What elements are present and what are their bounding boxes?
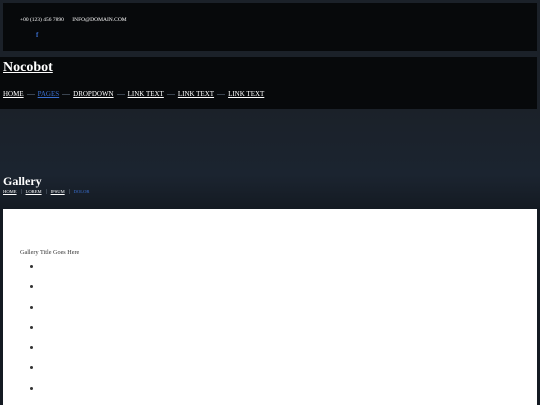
breadcrumb-separator [45,189,47,194]
bullet-icon [30,346,33,350]
navbar: Nocobot HOME PAGES DROPDOWN LINK TEXT LI… [0,57,537,109]
breadcrumb-separator [20,189,22,194]
menu-item-link-2[interactable]: LINK TEXT [178,90,214,98]
facebook-icon[interactable]: f [36,31,38,39]
bullet-icon [30,285,33,289]
bullet-icon [30,305,33,309]
menu-separator [166,93,175,95]
breadcrumb-separator [68,189,70,194]
menu-separator [26,93,35,95]
main-menu: HOME PAGES DROPDOWN LINK TEXT LINK TEXT … [3,90,264,98]
contact-info: +00 (123) 456 7890 INFO@DOMAIN.COM [20,17,134,23]
breadcrumb-lorem[interactable]: LOREM [26,189,42,194]
main-content: Gallery Title Goes Here [3,209,537,405]
email-address: INFO@DOMAIN.COM [72,17,127,23]
menu-item-link-1[interactable]: LINK TEXT [128,90,164,98]
brand-logo[interactable]: Nocobot [3,60,53,76]
bullet-icon [30,366,33,370]
breadcrumb-ipsum[interactable]: IPSUM [51,189,65,194]
menu-item-home[interactable]: HOME [3,90,24,98]
menu-separator [62,93,71,95]
page: +00 (123) 456 7890 INFO@DOMAIN.COM f Noc… [0,0,540,405]
breadcrumb: HOME LOREM IPSUM DOLOR [3,189,89,194]
top-bar: +00 (123) 456 7890 INFO@DOMAIN.COM f [3,3,537,51]
menu-separator [217,93,226,95]
menu-item-pages[interactable]: PAGES [38,90,60,98]
menu-item-dropdown[interactable]: DROPDOWN [73,90,113,98]
gallery-title: Gallery Title Goes Here [20,249,80,256]
phone-number: +00 (123) 456 7890 [20,17,64,23]
menu-separator [116,93,125,95]
bullet-icon [30,386,33,390]
page-title: Gallery [3,174,42,188]
bullet-icon [30,265,33,268]
breadcrumb-current: DOLOR [73,189,90,194]
bullet-icon [30,325,33,329]
menu-item-link-3[interactable]: LINK TEXT [228,90,264,98]
breadcrumb-home[interactable]: HOME [3,189,17,194]
